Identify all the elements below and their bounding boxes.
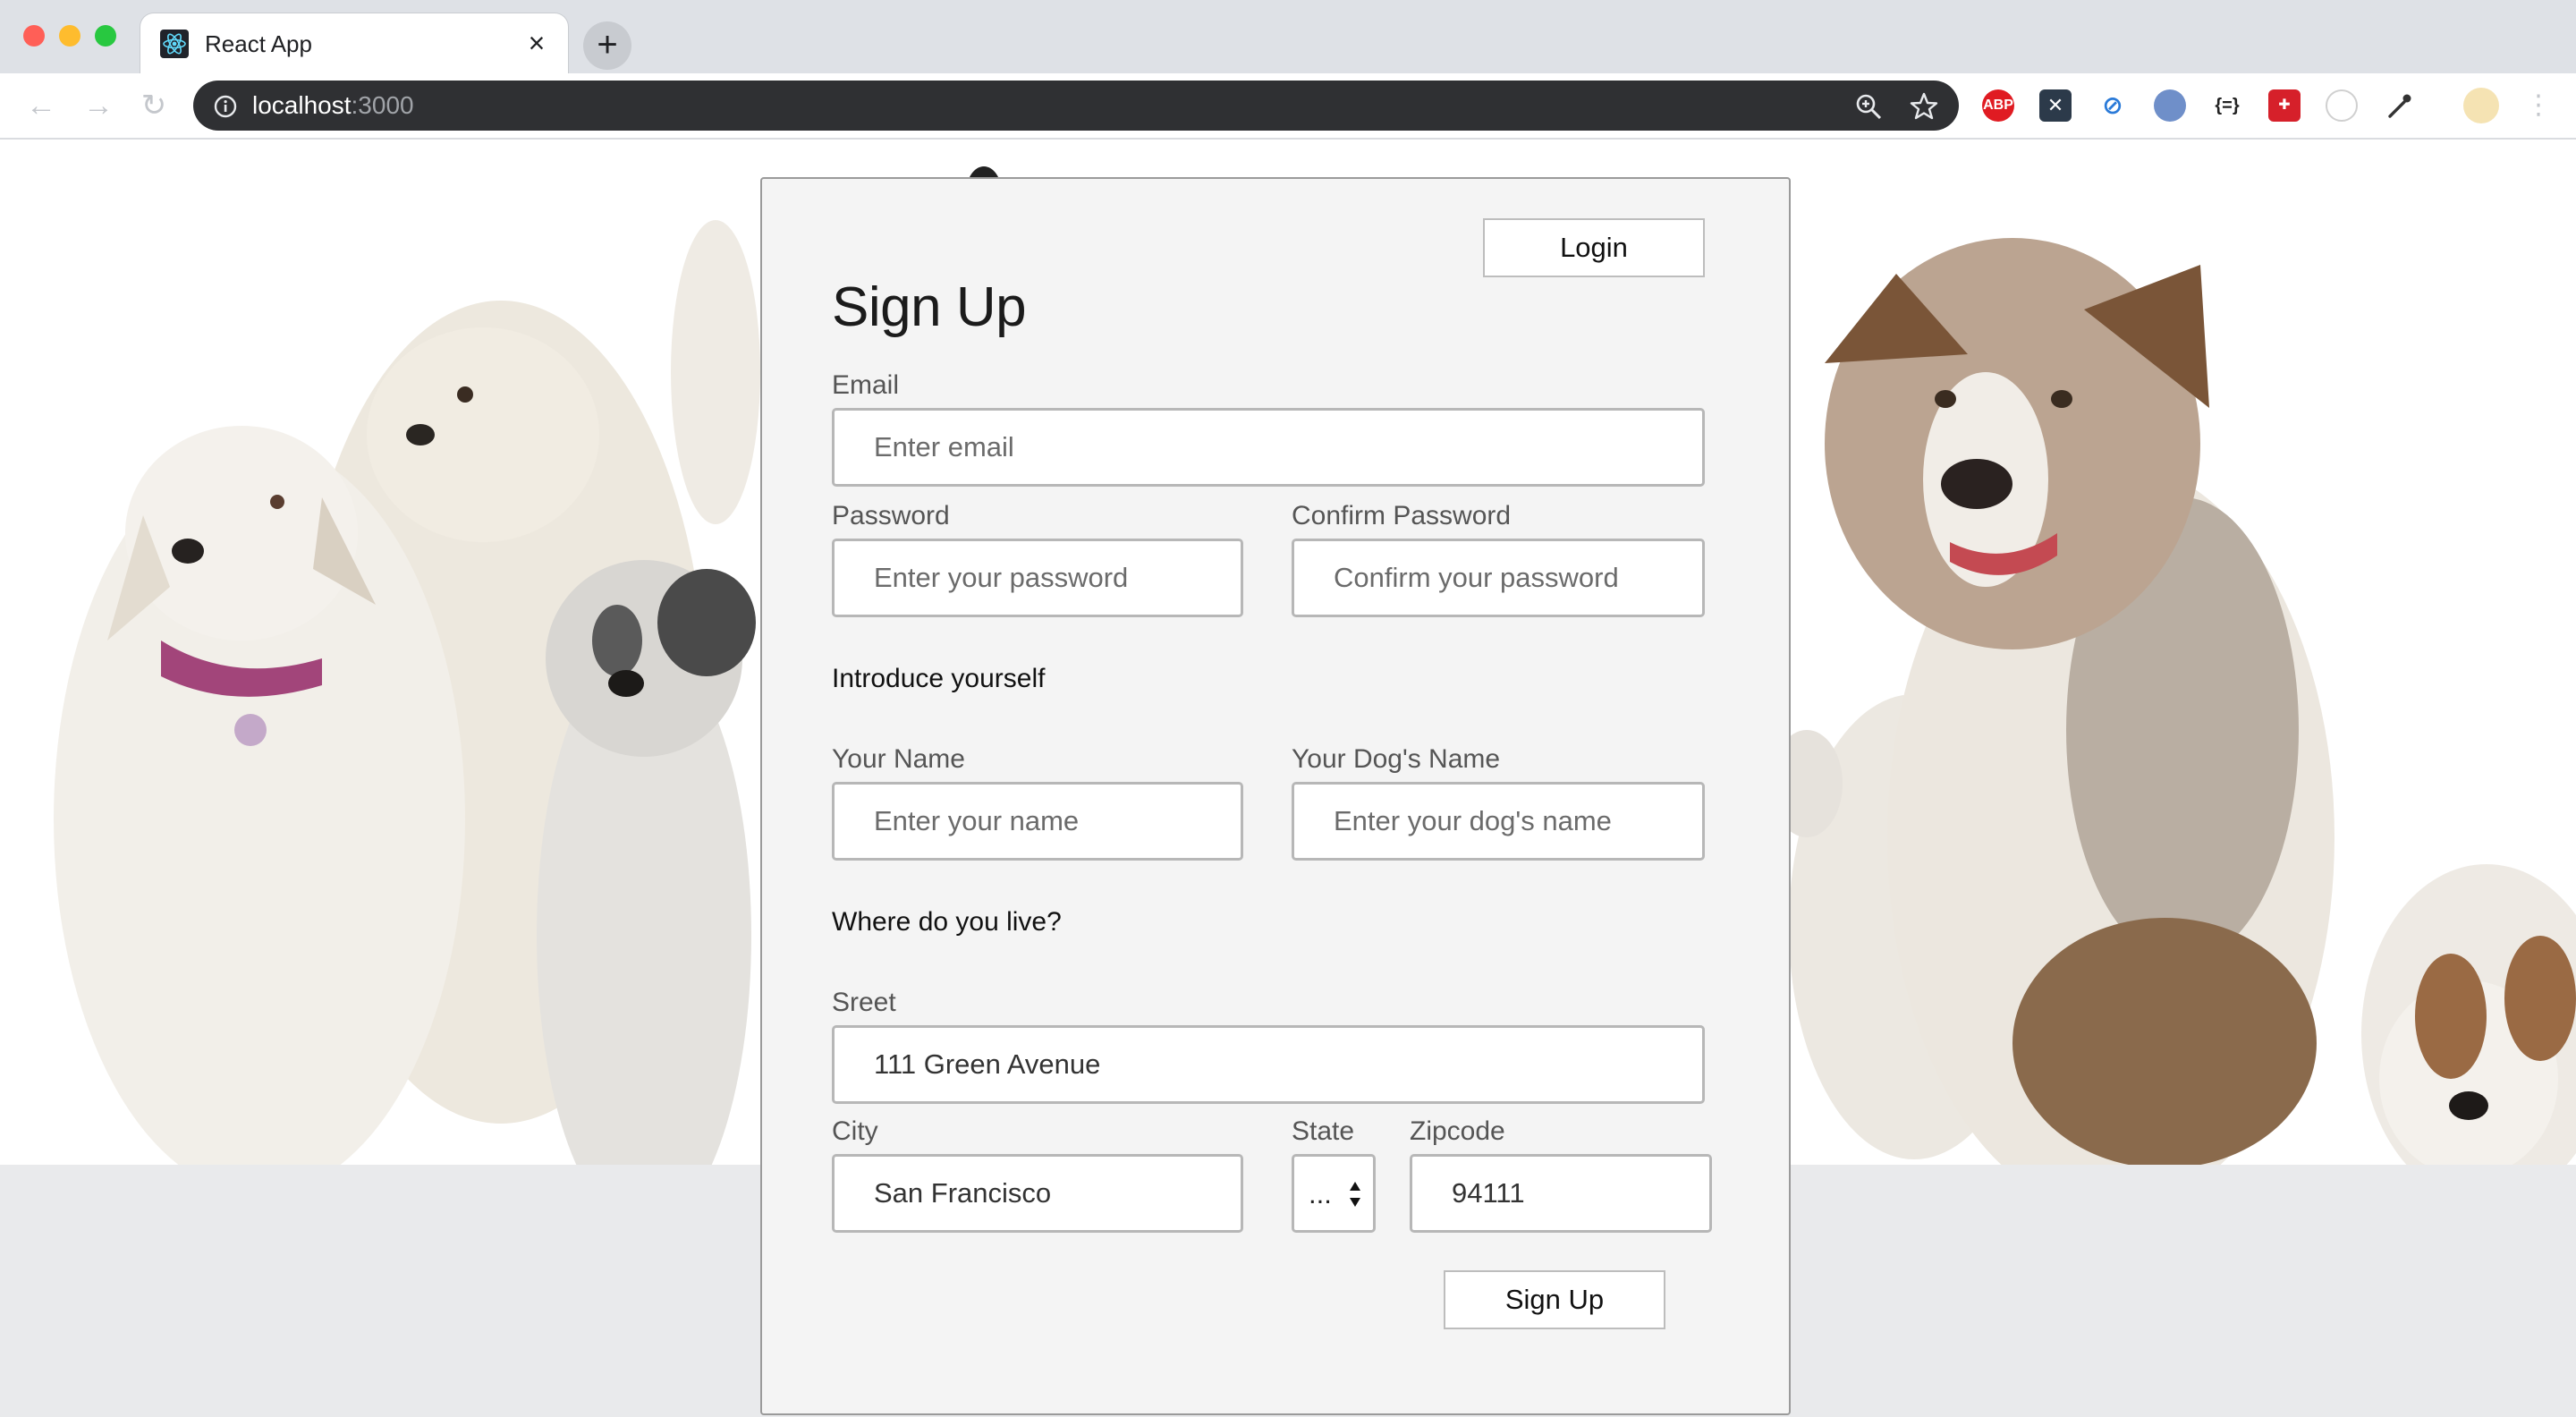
city-field[interactable] — [832, 1154, 1243, 1233]
confirm-password-label: Confirm Password — [1292, 501, 1512, 530]
forward-icon[interactable]: → — [79, 86, 118, 125]
reload-icon[interactable]: ↻ — [134, 86, 174, 125]
react-icon — [160, 30, 189, 58]
page-title: Sign Up — [832, 276, 1027, 338]
address-heading: Where do you live? — [832, 907, 1062, 937]
bookmark-star-icon[interactable] — [1909, 91, 1939, 122]
address-bar[interactable]: localhost:3000 — [193, 81, 1959, 131]
signup-card: Login Sign Up Email Password Confirm Pas… — [760, 177, 1791, 1415]
back-icon[interactable]: ← — [21, 86, 61, 125]
confirm-password-field[interactable] — [1292, 539, 1705, 617]
city-label: City — [832, 1116, 878, 1146]
name-field[interactable] — [832, 782, 1243, 861]
intro-heading: Introduce yourself — [832, 664, 1046, 693]
password-field[interactable] — [832, 539, 1243, 617]
x-extension-icon[interactable]: ✕ — [2039, 89, 2072, 122]
json-viewer-icon[interactable]: {=} — [2211, 89, 2243, 122]
url-port: :3000 — [351, 91, 414, 119]
login-button[interactable]: Login — [1483, 218, 1705, 277]
json-label: {=} — [2215, 96, 2240, 115]
eyedropper-icon[interactable] — [2383, 89, 2415, 122]
state-select[interactable]: ... — [1292, 1154, 1376, 1233]
feather-extension-icon[interactable] — [2154, 89, 2186, 122]
browser-tab-bar: React App × + — [0, 0, 2576, 73]
browser-menu-icon[interactable]: ⋮ — [2519, 86, 2558, 125]
street-label: Sreet — [832, 988, 896, 1017]
street-field[interactable] — [832, 1025, 1705, 1104]
cookie-extension-icon[interactable] — [2326, 89, 2358, 122]
profile-avatar[interactable] — [2463, 88, 2499, 123]
name-label: Your Name — [832, 744, 965, 774]
password-label: Password — [832, 501, 950, 530]
page-viewport: Login Sign Up Email Password Confirm Pas… — [0, 140, 2576, 1417]
new-tab-button[interactable]: + — [583, 21, 631, 70]
state-select-value: ... — [1309, 1178, 1332, 1209]
zoom-icon[interactable] — [1853, 91, 1884, 122]
minimize-window-button[interactable] — [59, 25, 80, 47]
close-window-button[interactable] — [23, 25, 45, 47]
zipcode-field[interactable] — [1410, 1154, 1712, 1233]
signup-submit-button[interactable]: Sign Up — [1444, 1270, 1665, 1329]
select-arrows-icon — [1350, 1182, 1360, 1207]
url-host: localhost — [252, 91, 352, 119]
maximize-window-button[interactable] — [95, 25, 116, 47]
info-icon[interactable] — [213, 94, 238, 119]
abp-label: ABP — [1983, 98, 2013, 113]
close-tab-icon[interactable]: × — [521, 28, 552, 58]
browser-tab[interactable]: React App × — [140, 13, 569, 73]
dog-name-field[interactable] — [1292, 782, 1705, 861]
abp-icon[interactable]: ABP — [1982, 89, 2014, 122]
puzzle-extension-icon[interactable]: ✚ — [2268, 89, 2301, 122]
email-label: Email — [832, 370, 900, 400]
tab-title: React App — [205, 30, 312, 57]
state-label: State — [1292, 1116, 1355, 1146]
compass-extension-icon[interactable]: ⊘ — [2097, 89, 2129, 122]
dog-name-label: Your Dog's Name — [1292, 744, 1501, 774]
zipcode-label: Zipcode — [1410, 1116, 1505, 1146]
email-field[interactable] — [832, 408, 1705, 487]
url-text[interactable]: localhost:3000 — [252, 91, 414, 120]
browser-toolbar: ← → ↻ localhost:3000 ABP ✕ ⊘ {=} ✚ ⋮ — [0, 73, 2576, 140]
